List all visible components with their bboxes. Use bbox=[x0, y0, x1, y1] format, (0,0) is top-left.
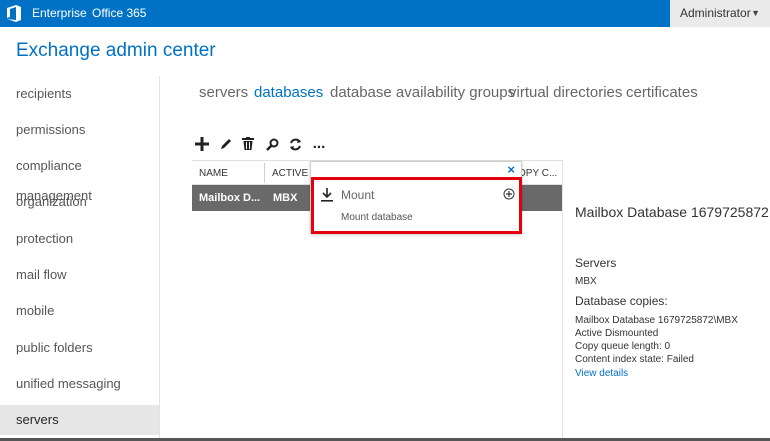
chevron-down-icon: ▼ bbox=[751, 8, 760, 18]
plus-circle-icon[interactable] bbox=[503, 188, 515, 200]
column-name[interactable]: NAME bbox=[199, 168, 228, 179]
mount-description: Mount database bbox=[341, 212, 413, 223]
close-icon[interactable]: × bbox=[507, 162, 515, 177]
nav-item-permissions[interactable]: permissions bbox=[0, 115, 159, 145]
tab-servers[interactable]: servers bbox=[199, 84, 248, 101]
nav-item-unified-messaging[interactable]: unified messaging bbox=[0, 369, 159, 399]
nav-item-protection[interactable]: protection bbox=[0, 224, 159, 254]
copy-status: Active Dismounted bbox=[575, 328, 659, 339]
tab-database-availability-groups[interactable]: database availability groups bbox=[330, 84, 515, 101]
nav-office-365[interactable]: Office 365 bbox=[92, 0, 146, 27]
more-icon[interactable]: ... bbox=[310, 134, 328, 154]
refresh-icon[interactable] bbox=[286, 134, 304, 154]
user-menu[interactable]: Administrator ▼ bbox=[670, 0, 770, 27]
nav-item-recipients[interactable]: recipients bbox=[0, 79, 159, 109]
servers-heading: Servers bbox=[575, 256, 617, 270]
server-value: MBX bbox=[575, 276, 597, 287]
mount-action[interactable]: Mount Mount database bbox=[311, 177, 522, 234]
nav-item-public-folders[interactable]: public folders bbox=[0, 333, 159, 363]
details-divider bbox=[562, 160, 563, 441]
nav-item-mail-flow[interactable]: mail flow bbox=[0, 260, 159, 290]
left-nav: recipients permissions compliance manage… bbox=[0, 76, 159, 441]
nav-item-mobile[interactable]: mobile bbox=[0, 296, 159, 326]
left-nav-divider bbox=[159, 76, 160, 441]
top-bar: Enterprise Office 365 Administrator ▼ bbox=[0, 0, 770, 27]
more-actions-flyout: × Mount Mount database bbox=[310, 161, 522, 234]
user-name: Administrator bbox=[680, 6, 751, 20]
copy-queue-length: Copy queue length: 0 bbox=[575, 341, 671, 352]
edit-icon[interactable] bbox=[217, 134, 235, 154]
nav-item-compliance-management[interactable]: compliance management bbox=[0, 151, 159, 203]
tab-databases[interactable]: databases bbox=[254, 84, 323, 101]
row-name: Mailbox D... bbox=[199, 192, 261, 204]
page-title: Exchange admin center bbox=[16, 40, 216, 61]
nav-enterprise[interactable]: Enterprise bbox=[32, 0, 87, 27]
tab-virtual-directories[interactable]: virtual directories bbox=[509, 84, 622, 101]
mount-label: Mount bbox=[341, 188, 375, 202]
tab-certificates[interactable]: certificates bbox=[626, 84, 698, 101]
download-icon bbox=[321, 188, 333, 202]
search-icon[interactable] bbox=[263, 134, 281, 154]
office-logo-icon[interactable] bbox=[7, 5, 21, 22]
details-title: Mailbox Database 1679725872 bbox=[575, 204, 769, 220]
row-active-on: MBX bbox=[273, 192, 298, 204]
copies-heading: Database copies: bbox=[575, 294, 668, 308]
nav-item-servers[interactable]: servers bbox=[0, 405, 159, 435]
column-separator bbox=[264, 163, 265, 183]
column-copy-count[interactable]: OPY C... bbox=[518, 168, 557, 179]
copy-name: Mailbox Database 1679725872\MBX bbox=[575, 315, 738, 326]
nav-item-organization[interactable]: organization bbox=[0, 187, 159, 217]
content-index-state: Content index state: Failed bbox=[575, 354, 694, 365]
delete-icon[interactable] bbox=[239, 134, 257, 154]
add-icon[interactable] bbox=[193, 134, 211, 154]
view-details-link[interactable]: View details bbox=[575, 368, 628, 379]
